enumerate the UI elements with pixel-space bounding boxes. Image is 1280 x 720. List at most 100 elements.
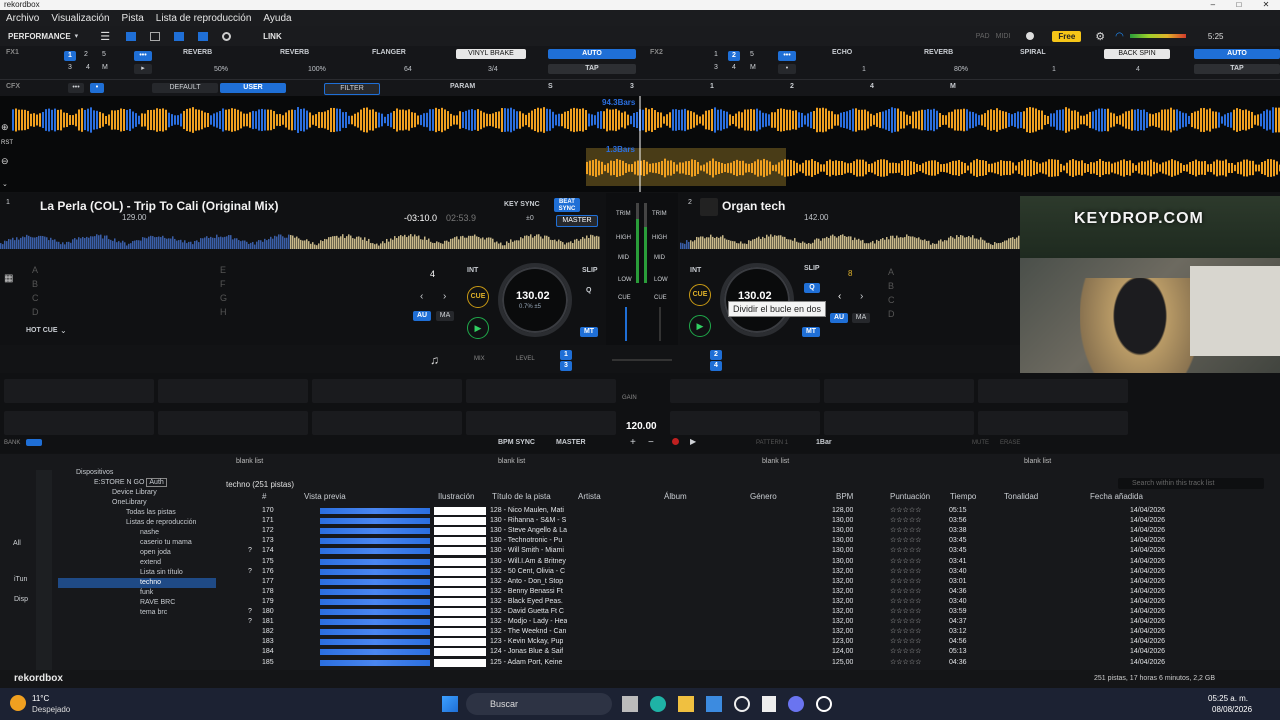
- bpm-sync-button[interactable]: BPM SYNC: [498, 439, 535, 446]
- tree-device-library[interactable]: Device Library: [58, 488, 216, 498]
- col-genre[interactable]: Género: [750, 492, 777, 501]
- fx1-beat-fx[interactable]: VINYL BRAKE: [456, 49, 526, 59]
- fx2-ch5[interactable]: 5: [750, 51, 754, 58]
- rating-stars[interactable]: ☆☆☆☆☆: [890, 658, 921, 668]
- rating-stars[interactable]: ☆☆☆☆☆: [890, 607, 921, 617]
- deck1-hotcue-select[interactable]: HOT CUE: [26, 327, 58, 334]
- layout2-icon[interactable]: [150, 31, 161, 41]
- sampler-minus-icon[interactable]: −: [648, 437, 654, 448]
- rating-stars[interactable]: ☆☆☆☆☆: [890, 597, 921, 607]
- taskbar-app-icons[interactable]: [622, 696, 850, 712]
- cfx-default-button[interactable]: DEFAULT: [152, 83, 218, 93]
- deck1-pad-e[interactable]: E: [220, 265, 226, 275]
- rating-stars[interactable]: ☆☆☆☆☆: [890, 546, 921, 556]
- cfx-more-button[interactable]: •••: [68, 83, 84, 93]
- col-bpm[interactable]: BPM: [836, 492, 853, 501]
- preview-wave[interactable]: [320, 518, 430, 525]
- fx1-slot1[interactable]: REVERB: [183, 49, 212, 56]
- fx1-more-button[interactable]: •••: [134, 51, 152, 61]
- col-album[interactable]: Álbum: [664, 492, 687, 501]
- deck-select-3[interactable]: 3: [560, 361, 572, 371]
- bank-button[interactable]: [26, 439, 42, 446]
- channel-fader-2[interactable]: [659, 307, 661, 341]
- erase-label[interactable]: ERASE: [1000, 440, 1020, 446]
- menu-pista[interactable]: Pista: [116, 13, 150, 24]
- mixer-cue-r[interactable]: CUE: [654, 295, 667, 301]
- preview-wave[interactable]: [320, 629, 430, 636]
- preview-wave[interactable]: [320, 568, 430, 575]
- blank-list-4[interactable]: blank list: [1010, 458, 1256, 470]
- layout-icon[interactable]: [126, 31, 137, 41]
- fx1-slot2[interactable]: REVERB: [280, 49, 309, 56]
- tree-pl-techno[interactable]: techno: [58, 578, 216, 588]
- record-icon[interactable]: [222, 31, 232, 41]
- sampler-slot[interactable]: [158, 411, 308, 435]
- edge-icon[interactable]: [650, 696, 666, 712]
- deck1-cue-button[interactable]: CUE: [467, 286, 489, 308]
- tree-estore[interactable]: E:STORE N GO Auth: [58, 478, 216, 488]
- preview-wave[interactable]: [320, 598, 430, 605]
- rating-stars[interactable]: ☆☆☆☆☆: [890, 577, 921, 587]
- menu-visualizacion[interactable]: Visualización: [45, 13, 115, 24]
- sampler-play-icon[interactable]: ▶: [690, 437, 696, 446]
- mixer-mid-r[interactable]: MID: [654, 255, 665, 261]
- mixer-trim-l[interactable]: TRIM: [616, 211, 631, 217]
- deck1-loop-double-icon[interactable]: ›: [443, 291, 446, 302]
- deck1-slip[interactable]: SLIP: [582, 267, 598, 274]
- deck-select-4[interactable]: 4: [710, 361, 722, 371]
- preview-wave[interactable]: [320, 548, 430, 555]
- rating-stars[interactable]: ☆☆☆☆☆: [890, 627, 921, 637]
- blank-list-3[interactable]: blank list: [748, 458, 994, 470]
- deck2-au-button[interactable]: AU: [830, 313, 848, 323]
- table-row[interactable]: 184 124 - Jonas Blue & Saif 124,00 05:13 14/…: [220, 647, 1260, 657]
- fx1-tap-button[interactable]: TAP: [548, 64, 636, 74]
- rating-stars[interactable]: ☆☆☆☆☆: [890, 637, 921, 647]
- tree-pl-tema[interactable]: tema brc: [58, 608, 216, 618]
- deck1-pad-f[interactable]: F: [220, 279, 226, 289]
- tree-pl-openjoda[interactable]: open joda: [58, 548, 216, 558]
- grid-icon[interactable]: [174, 31, 185, 41]
- col-time[interactable]: Tiempo: [950, 492, 976, 501]
- mixer-trim-r[interactable]: TRIM: [652, 211, 667, 217]
- col-date[interactable]: Fecha añadida: [1090, 492, 1143, 501]
- sampler-slot[interactable]: [4, 411, 154, 435]
- itunes-label[interactable]: iTun: [14, 576, 27, 583]
- explorer-icon[interactable]: [678, 696, 694, 712]
- preview-wave[interactable]: [320, 659, 430, 666]
- deck1-mt-button[interactable]: MT: [580, 327, 598, 337]
- deck1-loop-half-icon[interactable]: ‹: [420, 291, 423, 302]
- headphone-icon[interactable]: ◠: [1115, 31, 1124, 42]
- sampler-rec-icon[interactable]: [672, 438, 679, 445]
- preview-wave[interactable]: [320, 578, 430, 585]
- deck1-ma-button[interactable]: MA: [436, 311, 454, 321]
- deck1-hotcue-chevron-icon[interactable]: ⌄: [60, 326, 67, 335]
- sampler-slot[interactable]: [4, 379, 154, 403]
- mixer-icon[interactable]: [198, 31, 209, 41]
- fx1-chM[interactable]: M: [102, 64, 108, 71]
- deck1-master-button[interactable]: MASTER: [556, 215, 598, 227]
- maximize-icon[interactable]: □: [1236, 0, 1241, 10]
- deck1-beatsync-button[interactable]: BEAT SYNC: [554, 198, 580, 212]
- fx2-slot2[interactable]: REVERB: [924, 49, 953, 56]
- minimize-icon[interactable]: –: [1211, 0, 1215, 10]
- sampler-slot[interactable]: [312, 411, 462, 435]
- table-row[interactable]: ? 174 130 - Will Smith - Miami 130,00 03:45 1…: [220, 546, 1260, 556]
- table-row[interactable]: 183 123 - Kevin Mckay, Pup 123,00 04:56 14/0…: [220, 637, 1260, 647]
- deck1-pad-d[interactable]: D: [32, 307, 39, 317]
- link-button[interactable]: LINK: [263, 32, 282, 41]
- table-row[interactable]: 170 128 - Nico Maulen, Mati 128,00 05:15 14/…: [220, 506, 1260, 516]
- rst-button[interactable]: RST: [1, 140, 13, 146]
- deck1-keysync[interactable]: KEY SYNC: [504, 201, 540, 208]
- fx2-ch3[interactable]: 3: [714, 64, 718, 71]
- tree-pl-sin-titulo[interactable]: Lista sin título: [58, 568, 216, 578]
- collapse-chevron-icon[interactable]: ⌄: [2, 180, 8, 188]
- table-row[interactable]: 171 130 - Rihanna - S&M - S 130,00 03:56 14/…: [220, 516, 1260, 526]
- table-row[interactable]: 173 130 - Technotronic - Pu 130,00 03:45 14/…: [220, 536, 1260, 546]
- rating-stars[interactable]: ☆☆☆☆☆: [890, 516, 921, 526]
- rekordbox-taskbar-icon[interactable]: [816, 696, 832, 712]
- mute-label[interactable]: MUTE: [972, 440, 989, 446]
- deck1-pad-g[interactable]: G: [220, 293, 227, 303]
- preview-wave[interactable]: [320, 649, 430, 656]
- mixer-high-l[interactable]: HIGH: [616, 235, 631, 241]
- fx2-ch4[interactable]: 4: [732, 64, 736, 71]
